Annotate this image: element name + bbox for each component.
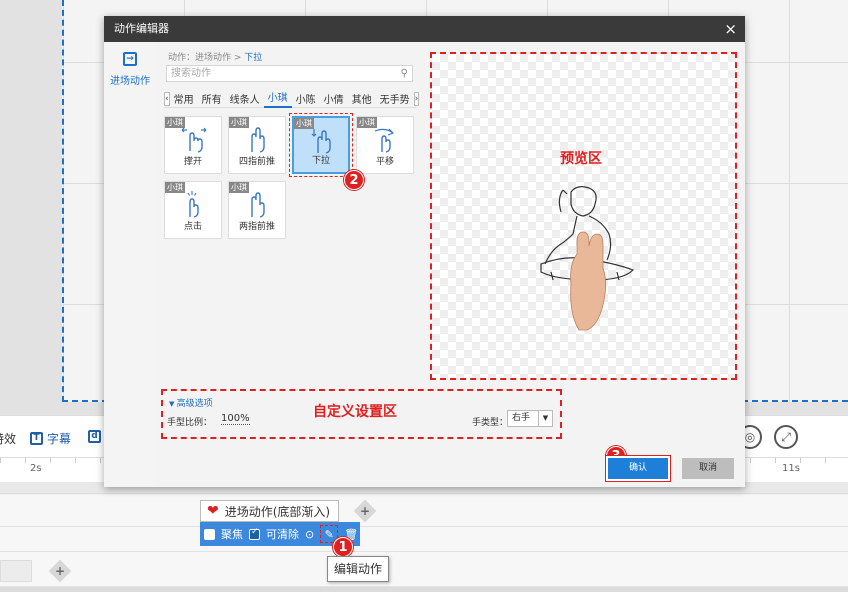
action-tag-label: 进场动作(底部渐入) <box>224 504 331 519</box>
toolbar-effects-label: 特效 <box>0 432 17 446</box>
toolbar-effects[interactable]: 特效 <box>0 430 16 447</box>
bottom-strip <box>0 587 848 592</box>
subtitle-icon: T <box>30 432 43 445</box>
enter-action-icon: → <box>123 52 137 66</box>
tab-xiaoqi[interactable]: 小琪 <box>263 90 292 108</box>
toolbar-subtitle[interactable]: T 字幕 <box>30 430 71 447</box>
card-label: 撑开 <box>183 157 202 167</box>
tab-xiaochen[interactable]: 小陈 <box>292 91 320 106</box>
hand-icon <box>187 191 199 218</box>
action-card[interactable]: 小琪 点击 <box>164 181 222 239</box>
close-icon[interactable]: × <box>724 16 737 42</box>
card-label: 点击 <box>183 222 202 232</box>
hand-icon <box>251 127 265 153</box>
preview-figure <box>540 186 635 331</box>
hand-type-select[interactable]: 右手 ▼ <box>507 410 553 427</box>
hand-type-value: 右手 <box>512 413 531 423</box>
preview-label: 预览区 <box>560 151 602 167</box>
tab-common[interactable]: 常用 <box>170 91 198 106</box>
confirm-button[interactable]: 确认 <box>608 458 668 479</box>
hand-ratio-input[interactable]: 100% <box>221 413 250 425</box>
search-icon[interactable]: ⚲ <box>401 66 408 81</box>
tab-all[interactable]: 所有 <box>198 91 226 106</box>
plus-icon: + <box>54 564 66 578</box>
custom-settings-area: 高级选项 手型比例： 100% 自定义设置区 手类型： 右手 ▼ <box>161 389 562 439</box>
action-card[interactable]: 小琪 四指前推 <box>228 116 286 174</box>
action-card[interactable]: 小琪 撑开 <box>164 116 222 174</box>
doc-icon: d <box>88 430 101 443</box>
cancel-button[interactable]: 取消 <box>682 458 734 479</box>
plus-icon: + <box>359 504 371 518</box>
timeline-track <box>0 552 848 587</box>
track-label-box <box>0 560 32 582</box>
pen-icon: ✎ <box>324 527 334 541</box>
timeline-track <box>0 495 848 527</box>
hand-icon <box>251 192 265 218</box>
focus-label: 聚焦 <box>221 528 243 541</box>
card-label: 四指前推 <box>238 157 275 167</box>
tab-xiaoqian[interactable]: 小倩 <box>320 91 348 106</box>
dialog-title: 动作编辑器 <box>114 22 169 35</box>
tab-no-gesture[interactable]: 无手势 <box>376 91 414 106</box>
timeline-track <box>0 527 848 552</box>
ruler-tick-2s: 2s <box>30 463 42 474</box>
marker-1: 1 <box>333 537 353 557</box>
edit-action-tooltip: 编辑动作 <box>327 556 390 582</box>
card-label: 平移 <box>375 157 394 167</box>
breadcrumb-prefix: 动作：进场动作 > <box>168 53 242 63</box>
hand-icon <box>374 128 395 153</box>
category-tabs: ‹ 常用 所有 线条人 小琪 小陈 小倩 其他 无手势 › <box>164 90 420 108</box>
expand-icon[interactable]: ⤢ <box>774 425 798 449</box>
tab-other[interactable]: 其他 <box>348 91 376 106</box>
search-input[interactable]: 搜索动作 ⚲ <box>166 65 413 82</box>
breadcrumb-current: 下拉 <box>244 53 263 63</box>
breadcrumb: 动作：进场动作 > 下拉 <box>168 50 262 63</box>
chevron-down-icon: ▼ <box>538 411 552 426</box>
dialog-main: 动作：进场动作 > 下拉 搜索动作 ⚲ ‹ 常用 所有 线条人 小琪 小陈 小倩… <box>156 42 745 487</box>
ruler-tick-11s: 11s <box>782 463 800 474</box>
marker-2: 2 <box>344 170 364 190</box>
selection-annotation <box>289 113 353 177</box>
eye-icon[interactable]: ⊙ <box>305 528 314 541</box>
hand-icon <box>181 127 207 153</box>
action-tag[interactable]: ❤ 进场动作(底部渐入) <box>200 500 340 522</box>
dialog-sidebar: → 进场动作 <box>104 42 156 487</box>
action-card[interactable]: 小琪 两指前推 <box>228 181 286 239</box>
heart-icon: ❤ <box>207 503 219 519</box>
tab-line-man[interactable]: 线条人 <box>226 91 264 106</box>
hand-type-label: 手类型： <box>472 418 509 428</box>
action-editor-dialog: 动作编辑器 × → 进场动作 动作：进场动作 > 下拉 搜索动作 ⚲ ‹ 常用 … <box>104 16 745 487</box>
toolbar-subtitle-label: 字幕 <box>47 432 72 446</box>
custom-zone-label: 自定义设置区 <box>313 404 397 420</box>
sidebar-item-enter-action[interactable]: → 进场动作 <box>104 52 156 87</box>
removable-label: 可清除 <box>266 528 299 541</box>
advanced-options-toggle[interactable]: 高级选项 <box>169 396 213 409</box>
card-label: 两指前推 <box>238 222 275 232</box>
toolbar-third[interactable]: d <box>88 430 101 443</box>
hand-ratio-label: 手型比例： <box>167 418 213 428</box>
dialog-title-bar: 动作编辑器 × <box>104 16 745 42</box>
focus-checkbox[interactable] <box>204 528 215 540</box>
sidebar-item-label: 进场动作 <box>110 76 150 87</box>
preview-area: 预览区 <box>430 52 737 380</box>
removable-checkbox[interactable] <box>249 527 260 540</box>
action-card[interactable]: 小琪 平移 <box>356 116 414 174</box>
search-placeholder: 搜索动作 <box>171 68 211 79</box>
tabs-next-icon[interactable]: › <box>413 91 420 106</box>
